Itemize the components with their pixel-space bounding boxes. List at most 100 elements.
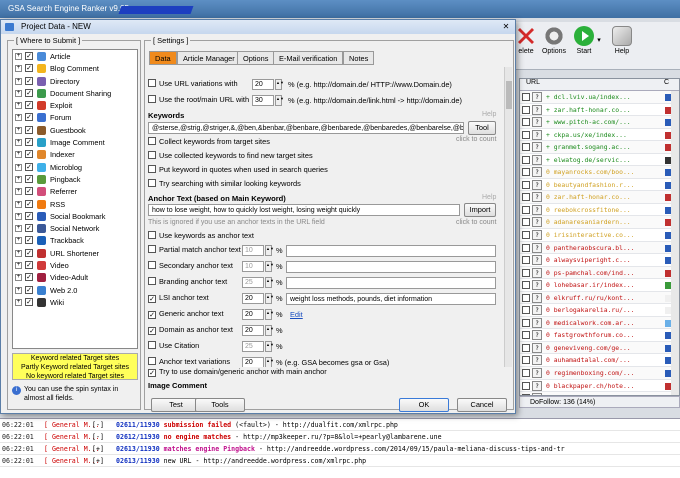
- domain-anchor-stepper[interactable]: ▲▼: [265, 325, 274, 336]
- row-checkbox[interactable]: [522, 369, 530, 378]
- url-column-header[interactable]: URL: [526, 79, 540, 86]
- engine-item[interactable]: + ✓ Trackback: [13, 234, 137, 246]
- settings-scrollbar[interactable]: [504, 67, 512, 367]
- url-row[interactable]: ? 0 adanaresaniardern...: [520, 216, 679, 230]
- url-row[interactable]: ? 0 regimenboxing.com/...: [520, 367, 679, 380]
- engine-item[interactable]: + ✓ Guestbook: [13, 124, 137, 136]
- expand-icon[interactable]: +: [15, 262, 22, 270]
- url-row[interactable]: ? + ckpa.us/xe/index...: [520, 128, 679, 142]
- url-row[interactable]: ? 0 ps-pamchal.com/ind...: [520, 266, 679, 280]
- engine-item[interactable]: + ✓ Pingback: [13, 173, 137, 185]
- expand-icon[interactable]: +: [15, 65, 22, 73]
- expand-icon[interactable]: +: [15, 126, 22, 134]
- url-row[interactable]: ? + elwatog.de/servic...: [520, 153, 679, 167]
- url-row[interactable]: ? 0 pantheraobscura.bl...: [520, 241, 679, 255]
- variations-stepper[interactable]: ▲▼: [265, 357, 274, 367]
- row-checkbox[interactable]: [522, 193, 530, 202]
- engine-item[interactable]: + ✓ Referrer: [13, 185, 137, 197]
- engine-checkbox[interactable]: ✓: [25, 199, 33, 208]
- engine-checkbox[interactable]: ✓: [25, 236, 33, 245]
- expand-icon[interactable]: +: [15, 249, 22, 257]
- expand-icon[interactable]: +: [15, 188, 22, 196]
- engine-item[interactable]: + ✓ Blog Comment: [13, 62, 137, 74]
- keywords-field[interactable]: @sterse,@strig,@striger,&,@ben,&benbar,@…: [148, 122, 464, 134]
- engine-item[interactable]: + ✓ Microblog: [13, 161, 137, 173]
- url-row[interactable]: ? 0 reebokcrossfitone...: [520, 203, 679, 217]
- expand-icon[interactable]: +: [15, 53, 22, 60]
- url-row[interactable]: ? + zar.haft-honar.co...: [520, 103, 679, 117]
- engine-checkbox[interactable]: ✓: [25, 211, 33, 220]
- expand-icon[interactable]: +: [15, 298, 22, 306]
- lsi-checkbox[interactable]: ✓: [148, 295, 156, 303]
- url-row[interactable]: ? 0 lohebasar.ir/index...: [520, 279, 679, 292]
- engine-item[interactable]: + ✓ Web 2.0: [13, 284, 137, 296]
- engine-item[interactable]: + ✓ Social Bookmark: [13, 210, 137, 222]
- row-checkbox[interactable]: [522, 93, 530, 101]
- engine-item[interactable]: + ✓ Video: [13, 259, 137, 271]
- try-similar-checkbox[interactable]: [148, 179, 156, 187]
- use-keywords-anchor-checkbox[interactable]: [148, 231, 156, 239]
- engine-item[interactable]: + ✓ RSS: [13, 198, 137, 210]
- url-list-scrollbar[interactable]: [671, 91, 679, 395]
- keywords-help-link[interactable]: Help: [482, 111, 496, 118]
- lsi-text[interactable]: weight loss methods, pounds, diet inform…: [286, 293, 496, 305]
- engine-item[interactable]: + ✓ Indexer: [13, 148, 137, 160]
- engine-checkbox[interactable]: ✓: [25, 285, 33, 294]
- expand-icon[interactable]: +: [15, 102, 22, 110]
- expand-icon[interactable]: +: [15, 151, 22, 159]
- engine-checkbox[interactable]: ✓: [25, 162, 33, 171]
- settings-scroll-thumb[interactable]: [506, 81, 512, 109]
- row-checkbox[interactable]: [522, 318, 530, 327]
- engine-checkbox[interactable]: ✓: [25, 88, 33, 97]
- expand-icon[interactable]: +: [15, 286, 22, 294]
- expand-icon[interactable]: +: [15, 139, 22, 147]
- engine-checkbox[interactable]: ✓: [25, 273, 33, 282]
- test-button[interactable]: Test: [151, 398, 201, 412]
- row-checkbox[interactable]: [522, 205, 530, 214]
- dialog-titlebar[interactable]: Project Data - NEW ✕: [1, 20, 515, 34]
- expand-icon[interactable]: +: [15, 89, 22, 97]
- tab-options[interactable]: Options: [237, 51, 275, 65]
- url-row[interactable]: ? 0 zar.haft-honar.co...: [520, 191, 679, 204]
- url-row[interactable]: ? 0 beautyandfashion.r...: [520, 178, 679, 192]
- domain-anchor-checkbox[interactable]: ✓: [148, 327, 156, 335]
- url-row[interactable]: ? 0 berlogakarelia.ru/...: [520, 304, 679, 317]
- close-icon[interactable]: ✕: [500, 22, 512, 32]
- tab-email-verification[interactable]: E-Mail verification: [273, 51, 344, 65]
- expand-icon[interactable]: +: [15, 77, 22, 85]
- expand-icon[interactable]: +: [15, 175, 22, 183]
- help-button[interactable]: Help: [606, 26, 638, 55]
- row-checkbox[interactable]: [522, 155, 530, 164]
- engine-item[interactable]: + ✓ Document Sharing: [13, 87, 137, 99]
- expand-icon[interactable]: +: [15, 200, 22, 208]
- row-checkbox[interactable]: [522, 306, 530, 315]
- engine-checkbox[interactable]: ✓: [25, 150, 33, 159]
- engine-checkbox[interactable]: ✓: [25, 138, 33, 147]
- put-quotes-checkbox[interactable]: [148, 165, 156, 173]
- engine-item[interactable]: + ✓ Image Comment: [13, 136, 137, 148]
- row-checkbox[interactable]: [522, 381, 530, 390]
- keywords-tool-button[interactable]: Tool: [468, 121, 496, 135]
- partial-match-text[interactable]: [286, 245, 496, 257]
- lsi-percent[interactable]: 20: [242, 293, 264, 304]
- c-column-header[interactable]: C: [664, 79, 669, 86]
- engine-checkbox[interactable]: ✓: [25, 101, 33, 110]
- anchor-count-link[interactable]: click to count: [456, 219, 496, 226]
- url-row[interactable]: ? + granmet.sogang.ac...: [520, 141, 679, 154]
- engine-item[interactable]: + ✓ Article: [13, 50, 137, 62]
- row-checkbox[interactable]: [522, 243, 530, 252]
- tools-button[interactable]: Tools: [195, 398, 245, 412]
- variations-checkbox[interactable]: [148, 357, 156, 365]
- branding-stepper[interactable]: ▲▼: [265, 277, 274, 288]
- domain-anchor-percent[interactable]: 20: [242, 325, 264, 336]
- engine-item[interactable]: + ✓ Wiki: [13, 296, 137, 308]
- row-checkbox[interactable]: [522, 356, 530, 365]
- row-checkbox[interactable]: [522, 343, 530, 352]
- tab-data[interactable]: Data: [149, 51, 177, 65]
- url-row[interactable]: ? 0 auhamadtalal.com/...: [520, 354, 679, 368]
- engine-item[interactable]: + ✓ Exploit: [13, 99, 137, 111]
- engine-checkbox[interactable]: ✓: [25, 224, 33, 233]
- branding-percent[interactable]: 25: [242, 277, 264, 288]
- engine-item[interactable]: + ✓ URL Shortener: [13, 247, 137, 259]
- engine-item[interactable]: + ✓ Social Network: [13, 222, 137, 234]
